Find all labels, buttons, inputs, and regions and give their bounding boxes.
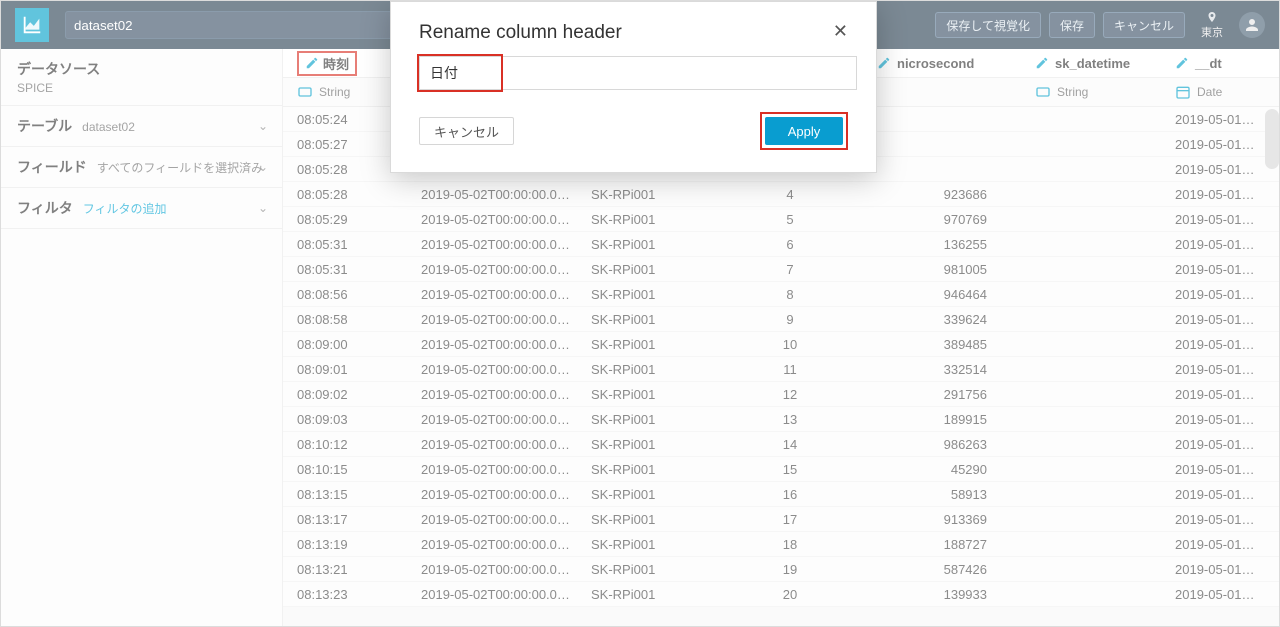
modal-apply-button[interactable]: Apply	[765, 117, 843, 145]
close-icon[interactable]: ✕	[833, 22, 848, 40]
modal-title: Rename column header	[419, 22, 622, 44]
modal-cancel-button[interactable]: キャンセル	[419, 117, 514, 145]
highlight-box-apply: Apply	[760, 112, 848, 150]
rename-input[interactable]	[419, 56, 857, 90]
modal-overlay: Rename column header ✕ キャンセル Apply	[1, 1, 1279, 626]
rename-column-modal: Rename column header ✕ キャンセル Apply	[390, 1, 877, 173]
